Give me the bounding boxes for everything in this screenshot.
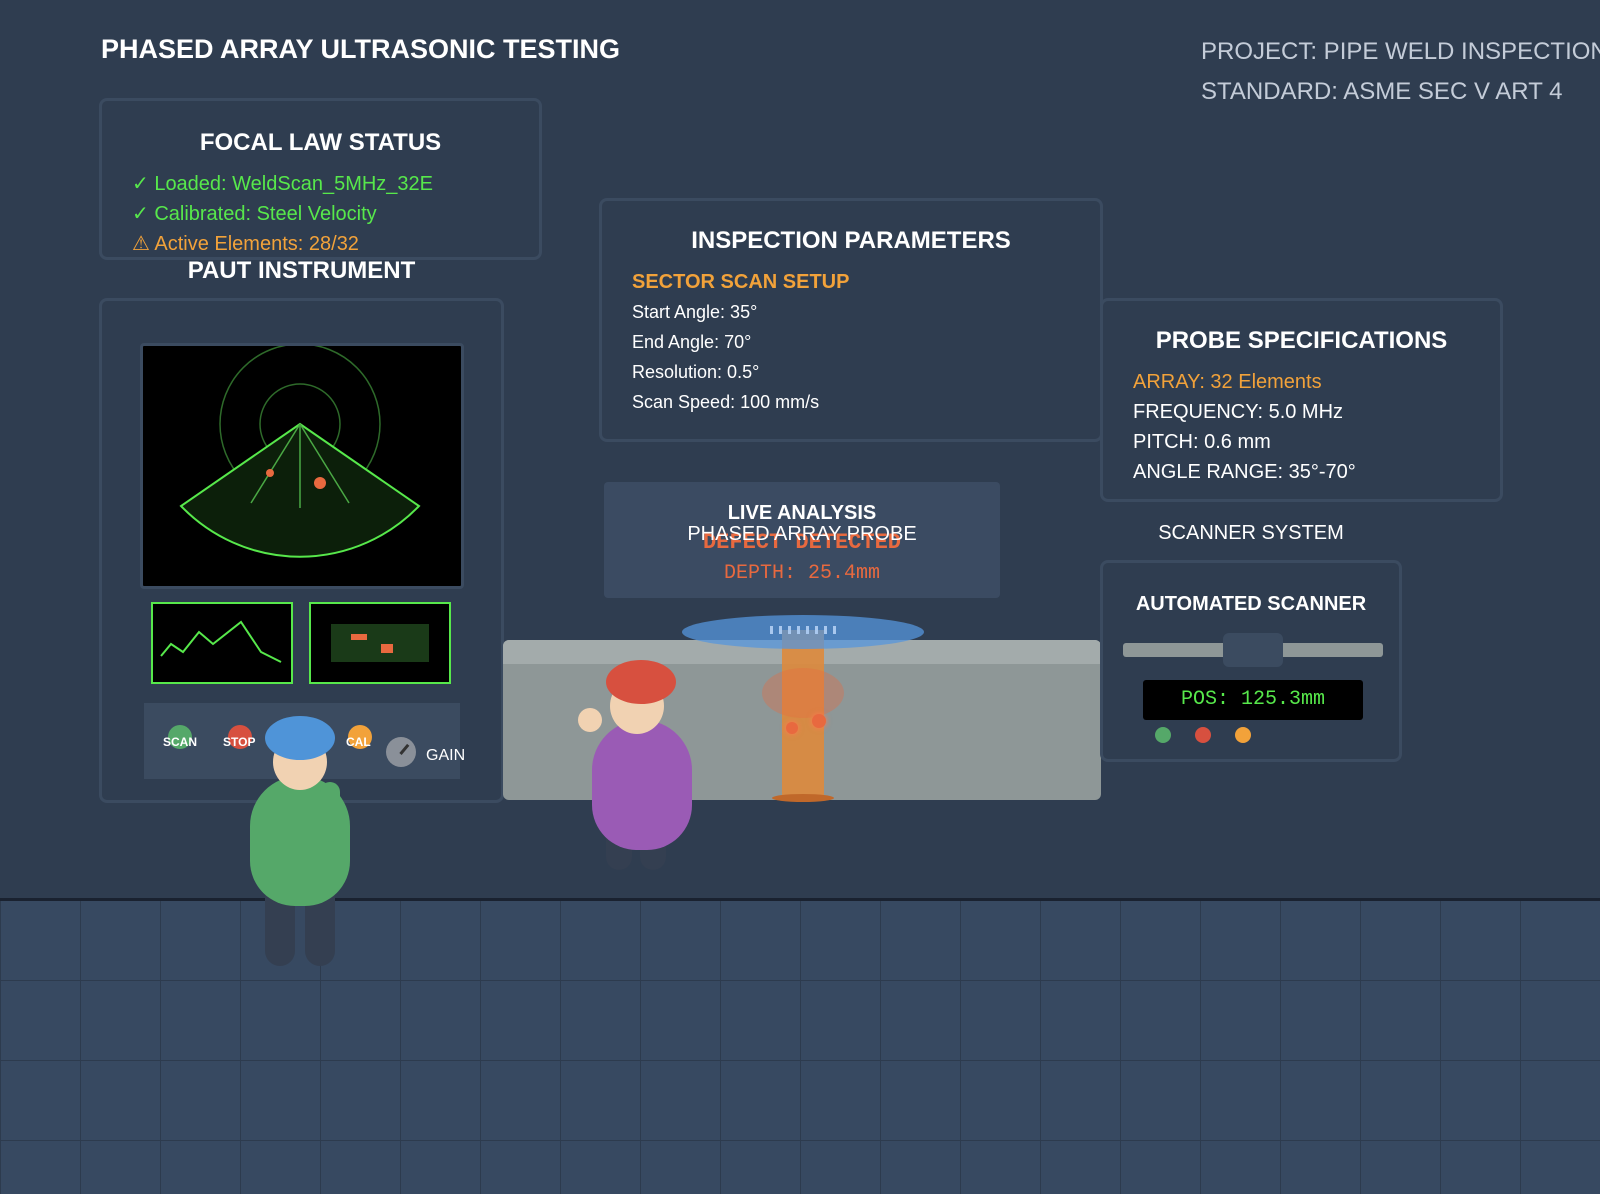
focal-law-panel: FOCAL LAW STATUS ✓ Loaded: WeldScan_5MHz… — [99, 98, 542, 260]
probe-specs-panel: PROBE SPECIFICATIONS ARRAY: 32 Elements … — [1100, 298, 1503, 502]
a-scan-display — [151, 602, 293, 684]
resolution: Resolution: 0.5° — [632, 362, 760, 382]
probe-elements — [770, 626, 838, 634]
focal-law-title: FOCAL LAW STATUS — [199, 129, 442, 156]
project-label: PROJECT: PIPE WELD INSPECTION — [1201, 38, 1600, 65]
scan-button-label: SCAN — [163, 735, 198, 749]
focal-law-calibrated: ✓ Calibrated: Steel Velocity — [132, 203, 377, 225]
focal-law-loaded: ✓ Loaded: WeldScan_5MHz_32E — [132, 173, 434, 195]
end-angle: End Angle: 70° — [632, 332, 752, 352]
defect-marker — [786, 722, 798, 734]
inspection-panel: INSPECTION PARAMETERS SECTOR SCAN SETUP … — [599, 198, 1103, 442]
scanner-position: POS: 125.3mm — [1143, 680, 1363, 720]
scanner-carriage[interactable] — [1223, 633, 1283, 667]
instrument-title: PAUT INSTRUMENT — [187, 257, 416, 284]
technician-green — [240, 716, 360, 976]
sector-scan-graphic — [179, 343, 421, 558]
status-led-green — [1155, 727, 1171, 743]
defect-depth: DEPTH: 25.4mm — [723, 562, 881, 585]
probe-specs-title: PROBE SPECIFICATIONS — [1155, 327, 1448, 354]
status-led-red — [1195, 727, 1211, 743]
gain-label: GAIN — [426, 747, 466, 764]
scan-speed: Scan Speed: 100 mm/s — [632, 392, 820, 412]
technician-purple — [578, 660, 698, 910]
defect-marker — [812, 714, 826, 728]
standard-label: STANDARD: ASME SEC V ART 4 — [1201, 78, 1563, 105]
page-title: PHASED ARRAY ULTRASONIC TESTING — [101, 34, 621, 64]
beam-ripple — [762, 668, 844, 718]
start-angle: Start Angle: 35° — [632, 302, 758, 322]
c-scan-display — [309, 602, 451, 684]
sector-scan-display — [140, 343, 464, 589]
live-analysis-title: LIVE ANALYSIS — [727, 502, 877, 524]
status-led-orange — [1235, 727, 1251, 743]
scanner-panel: AUTOMATED SCANNER POS: 125.3mm — [1100, 560, 1402, 762]
scanner-section-label: SCANNER SYSTEM — [1158, 522, 1344, 544]
weld-root — [772, 794, 834, 802]
probe-pitch: PITCH: 0.6 mm — [1133, 431, 1271, 453]
inspection-subtitle: SECTOR SCAN SETUP — [632, 271, 850, 293]
probe-label: PHASED ARRAY PROBE — [687, 523, 917, 545]
focal-law-active-elements: ⚠ Active Elements: 28/32 — [132, 233, 359, 255]
gain-knob[interactable] — [386, 737, 416, 767]
probe-angle-range: ANGLE RANGE: 35°-70° — [1133, 461, 1356, 483]
scanner-title: AUTOMATED SCANNER — [1135, 593, 1367, 615]
inspection-title: INSPECTION PARAMETERS — [691, 227, 1011, 254]
probe-array: ARRAY: 32 Elements — [1133, 371, 1322, 393]
probe-frequency: FREQUENCY: 5.0 MHz — [1133, 401, 1344, 423]
